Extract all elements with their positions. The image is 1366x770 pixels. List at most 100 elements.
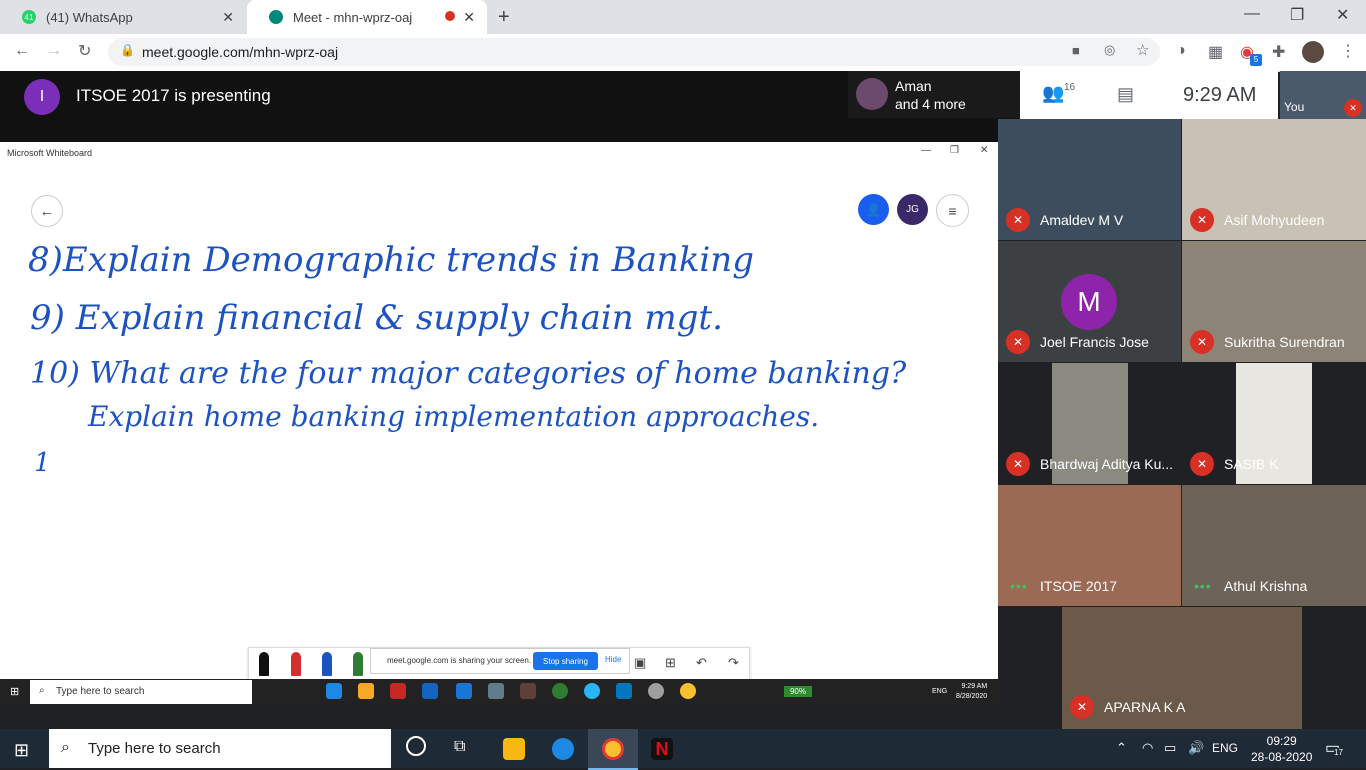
chat-icon[interactable]: ▤ bbox=[1117, 84, 1134, 105]
image-icon[interactable]: ▣ bbox=[634, 655, 646, 671]
participant-name: SASIB K bbox=[1224, 456, 1279, 472]
wb-user-button[interactable]: 👤 bbox=[858, 194, 889, 225]
inner-search-box: ⌕ Type here to search bbox=[30, 680, 252, 704]
tab-label: (41) WhatsApp bbox=[46, 9, 133, 25]
inner-battery: 90% bbox=[784, 686, 812, 697]
forward-icon[interactable]: → bbox=[46, 42, 62, 60]
presenter-avatar: I bbox=[24, 79, 60, 115]
lock-icon: 🔒 bbox=[120, 43, 135, 57]
edge-icon[interactable] bbox=[552, 738, 574, 760]
wb-close-button[interactable]: ✕ bbox=[980, 145, 988, 156]
wb-back-button[interactable]: ← bbox=[31, 195, 63, 227]
wifi-icon[interactable]: ◠ bbox=[1142, 740, 1153, 756]
red-pen-icon[interactable] bbox=[291, 652, 301, 676]
participant-name: Bhardwaj Aditya Ku... bbox=[1040, 456, 1174, 472]
participant-tile[interactable]: ✕ Sukritha Surendran bbox=[1182, 241, 1366, 362]
netflix-icon[interactable]: N bbox=[651, 738, 673, 760]
puzzle-icon[interactable]: ✚ bbox=[1272, 42, 1285, 62]
camera-icon[interactable]: ■ bbox=[1072, 43, 1080, 58]
participant-name: Sukritha Surendran bbox=[1224, 334, 1345, 350]
participant-tile[interactable]: ✕ Amaldev M V bbox=[998, 119, 1181, 240]
black-pen-icon[interactable] bbox=[259, 652, 269, 676]
wb-minimize-button[interactable]: — bbox=[921, 145, 931, 156]
participant-name: Joel Francis Jose bbox=[1040, 334, 1149, 350]
participant-tile[interactable]: ••• ITSOE 2017 bbox=[998, 485, 1181, 606]
eye-off-icon[interactable]: ◎ bbox=[1104, 42, 1115, 58]
hide-button[interactable]: Hide bbox=[605, 655, 621, 664]
camera-app-icon bbox=[488, 683, 504, 699]
ink-line: Explain home banking implementation appr… bbox=[88, 400, 820, 433]
whiteboard-app-icon bbox=[616, 683, 632, 699]
back-icon[interactable]: ← bbox=[14, 42, 30, 60]
redo-icon[interactable]: ↷ bbox=[728, 655, 739, 671]
participant-tile[interactable]: ✕ APARNA K A bbox=[1062, 607, 1302, 729]
mic-off-icon: ✕ bbox=[1006, 208, 1030, 232]
inner-search-icon: ⌕ bbox=[39, 685, 45, 696]
wb-menu-button[interactable]: ≡ bbox=[936, 194, 969, 227]
close-window-button[interactable]: ✕ bbox=[1336, 5, 1349, 25]
participant-name: Athul Krishna bbox=[1224, 578, 1308, 594]
system-date: 28-08-2020 bbox=[1251, 750, 1313, 764]
ink-line: 9) Explain financial & supply chain mgt. bbox=[30, 298, 723, 338]
search-icon: ⌕ bbox=[61, 739, 70, 756]
blue-pen-icon[interactable] bbox=[322, 652, 332, 676]
profile-avatar[interactable] bbox=[1302, 41, 1324, 63]
cortana-icon[interactable] bbox=[406, 736, 426, 756]
participant-name: Asif Mohyudeen bbox=[1224, 212, 1325, 228]
whiteboard-title: Microsoft Whiteboard bbox=[7, 148, 93, 158]
presenting-title: ITSOE 2017 is presenting bbox=[76, 86, 271, 105]
mic-off-icon: ✕ bbox=[1344, 99, 1362, 117]
participant-tile[interactable]: ••• Athul Krishna bbox=[1182, 485, 1366, 606]
address-bar[interactable]: 🔒 meet.google.com/mhn-wprz-oaj ■ ◎ ☆ bbox=[108, 38, 1160, 66]
wb-user-initials[interactable]: JG bbox=[897, 194, 928, 225]
participant-tile[interactable]: ✕ Asif Mohyudeen bbox=[1182, 119, 1366, 240]
file-explorer-icon[interactable] bbox=[503, 738, 525, 760]
restore-button[interactable]: ❐ bbox=[1290, 5, 1304, 25]
task-view-icon[interactable]: ⧉ bbox=[454, 738, 465, 756]
folder-icon bbox=[358, 683, 374, 699]
battery-icon[interactable]: ▭ bbox=[1164, 740, 1176, 756]
green-pen-icon[interactable] bbox=[353, 652, 363, 676]
participant-tile[interactable]: ✕ Bhardwaj Aditya Ku... bbox=[998, 363, 1181, 484]
whatsapp-icon: 41 bbox=[22, 10, 36, 24]
app-icon bbox=[456, 683, 472, 699]
new-tab-button[interactable]: + bbox=[498, 6, 510, 29]
extension-icon[interactable]: ◑ bbox=[1176, 42, 1186, 60]
close-tab-icon[interactable]: ✕ bbox=[463, 9, 475, 26]
extension-icon[interactable]: ▦ bbox=[1208, 42, 1223, 62]
stop-sharing-button[interactable]: Stop sharing bbox=[533, 652, 598, 670]
url-text[interactable]: meet.google.com/mhn-wprz-oaj bbox=[142, 44, 338, 60]
participant-name: ITSOE 2017 bbox=[1040, 578, 1118, 594]
mail-icon bbox=[422, 683, 438, 699]
minimize-button[interactable]: — bbox=[1244, 5, 1260, 23]
windows-start-icon[interactable]: ⊞ bbox=[14, 740, 29, 761]
undo-icon[interactable]: ↶ bbox=[696, 655, 707, 671]
reload-icon[interactable]: ↻ bbox=[78, 41, 91, 61]
bookmark-star-icon[interactable]: ☆ bbox=[1136, 41, 1149, 59]
tab-whatsapp[interactable]: 41 (41) WhatsApp ✕ bbox=[0, 0, 246, 34]
recording-icon bbox=[445, 11, 455, 21]
notification-count: 17 bbox=[1334, 748, 1343, 757]
inner-windows-icon: ⊞ bbox=[10, 686, 20, 698]
tab-meet[interactable]: Meet - mhn-wprz-oaj ✕ bbox=[247, 0, 487, 34]
chevron-up-icon[interactable]: ⌃ bbox=[1116, 740, 1127, 756]
participant-tile[interactable]: ✕ SASIB K bbox=[1182, 363, 1366, 484]
chrome-icon[interactable] bbox=[602, 738, 624, 760]
menu-icon[interactable]: ⋮ bbox=[1340, 41, 1356, 61]
meeting-clock: 9:29 AM bbox=[1183, 84, 1257, 106]
add-icon[interactable]: ⊞ bbox=[665, 655, 676, 671]
language-indicator[interactable]: ENG bbox=[1212, 741, 1238, 755]
mic-off-icon: ✕ bbox=[1190, 452, 1214, 476]
people-icon[interactable]: 👥 bbox=[1042, 83, 1064, 104]
speaker-avatar bbox=[856, 78, 888, 110]
taskbar-search-placeholder[interactable]: Type here to search bbox=[88, 740, 221, 757]
inner-lang: ENG bbox=[932, 688, 948, 695]
wb-restore-button[interactable]: ❐ bbox=[950, 145, 959, 156]
screen-share-banner: meet.google.com is sharing your screen. … bbox=[370, 648, 630, 674]
volume-icon[interactable]: 🔊 bbox=[1188, 740, 1204, 756]
system-clock[interactable]: 09:29 28-08-2020 bbox=[1251, 733, 1312, 765]
close-tab-icon[interactable]: ✕ bbox=[222, 9, 234, 26]
speaker-name: Aman bbox=[895, 78, 932, 94]
chrome-icon bbox=[680, 683, 696, 699]
participant-tile[interactable]: M ✕ Joel Francis Jose bbox=[998, 241, 1181, 362]
